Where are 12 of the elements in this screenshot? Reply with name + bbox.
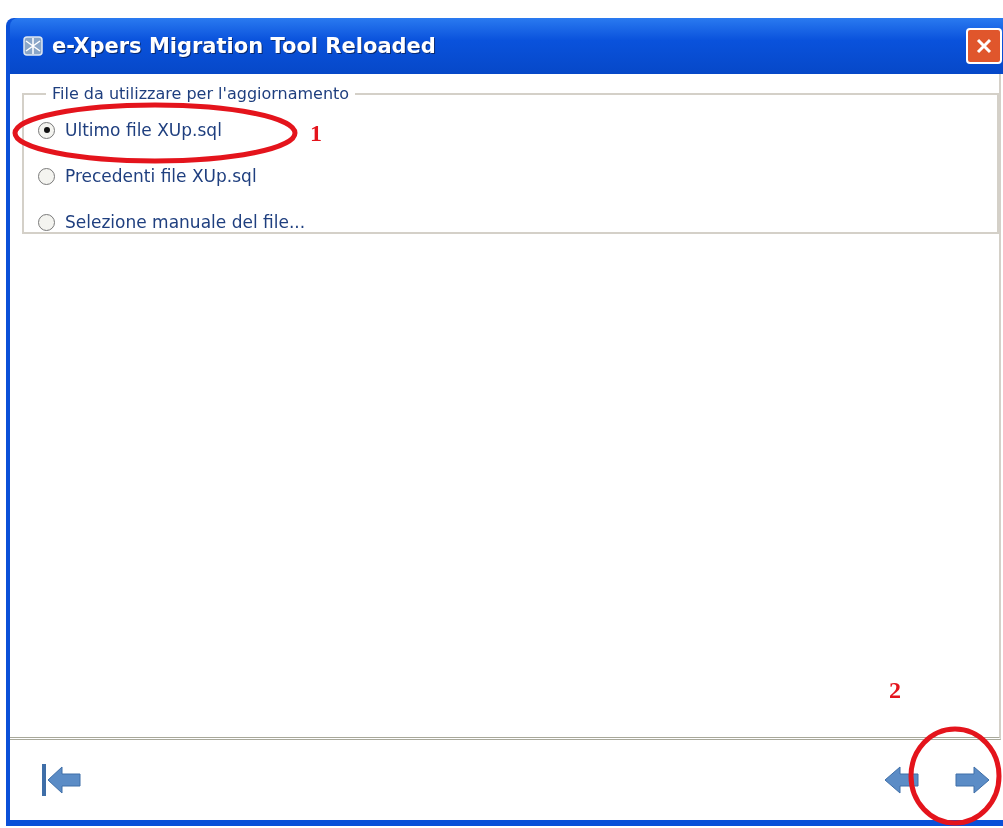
close-button[interactable] (966, 28, 1002, 64)
radio-button[interactable] (38, 121, 55, 139)
radio-button[interactable] (38, 213, 55, 231)
radio-option[interactable]: Selezione manuale del file... (38, 199, 306, 245)
annotation-number: 1 (310, 120, 322, 147)
window-title: e-Xpers Migration Tool Reloaded (52, 34, 436, 58)
close-icon[interactable] (975, 37, 993, 55)
radio-option[interactable]: Precedenti file XUp.sql (38, 153, 257, 199)
annotation-number: 2 (889, 677, 901, 704)
app-icon (22, 35, 44, 57)
group-title: File da utilizzare per l'aggiornamento (51, 84, 351, 103)
radio-button[interactable] (38, 167, 55, 185)
